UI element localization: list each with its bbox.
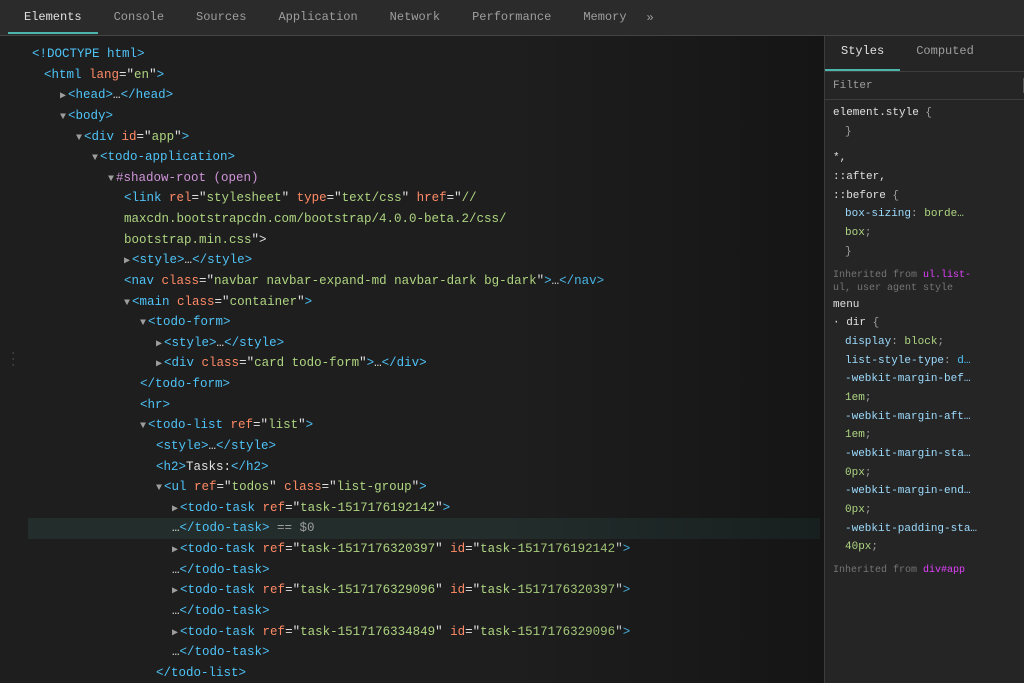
line-h2: <h2>Tasks:</h2> bbox=[28, 457, 820, 478]
tab-performance[interactable]: Performance bbox=[456, 2, 567, 34]
line-link2: maxcdn.bootstrapcdn.com/bootstrap/4.0.0-… bbox=[28, 209, 820, 230]
line-style1: ▶<style>…</style> bbox=[28, 250, 820, 271]
style-star-close: } bbox=[833, 243, 1016, 262]
style-webkit-margin-end: -webkit-margin-end… bbox=[833, 482, 1016, 501]
line-task4-close: …</todo-task> bbox=[28, 642, 820, 663]
line-doctype: <!DOCTYPE html> bbox=[28, 44, 820, 65]
style-block-star: *, ::after, ::before { box-sizing: borde… bbox=[833, 149, 1016, 261]
line-div-app: ▼<div id="app"> bbox=[28, 127, 820, 148]
line-task2: ▶<todo-task ref="task-1517176320397" id=… bbox=[28, 539, 820, 560]
line-body: ▼<body> bbox=[28, 106, 820, 127]
tab-console[interactable]: Console bbox=[98, 2, 180, 34]
line-link1: <link rel="stylesheet" type="text/css" h… bbox=[28, 188, 820, 209]
style-box-sizing: box-sizing: borde… bbox=[833, 205, 1016, 224]
tab-application[interactable]: Application bbox=[262, 2, 373, 34]
line-task1: ▶<todo-task ref="task-1517176192142"> bbox=[28, 498, 820, 519]
style-1em-2: 1em; bbox=[833, 426, 1016, 445]
style-webkit-margin-sta: -webkit-margin-sta… bbox=[833, 445, 1016, 464]
style-selector-star: *, ::after, ::before { bbox=[833, 149, 1016, 205]
style-box-value: box; bbox=[833, 224, 1016, 243]
devtools-container: Elements Console Sources Application Net… bbox=[0, 0, 1024, 683]
style-block-element: element.style { } bbox=[833, 104, 1016, 141]
style-block-inherited-ul: Inherited from ul.list- ul, user agent s… bbox=[833, 270, 1016, 558]
style-selector-dir: · dir { bbox=[833, 314, 1016, 333]
line-main: ▼<main class="container"> bbox=[28, 292, 820, 313]
tab-styles[interactable]: Styles bbox=[825, 36, 900, 71]
line-shadow-root: ▼#shadow-root (open) bbox=[28, 168, 820, 189]
line-ul: ▼<ul ref="todos" class="list-group"> bbox=[28, 477, 820, 498]
user-agent-label: ul, user agent style bbox=[833, 283, 1016, 294]
tab-computed[interactable]: Computed bbox=[900, 36, 990, 71]
line-todo-form: ▼<todo-form> bbox=[28, 312, 820, 333]
tab-bar: Elements Console Sources Application Net… bbox=[0, 0, 1024, 36]
line-html: <html lang="en"> bbox=[28, 65, 820, 86]
left-gutter: ··· bbox=[0, 36, 24, 683]
styles-panel: Styles Computed Filter :hov .cls element… bbox=[824, 36, 1024, 683]
tab-elements[interactable]: Elements bbox=[8, 2, 98, 34]
style-40px: 40px; bbox=[833, 538, 1016, 557]
line-task2-close: …</todo-task> bbox=[28, 560, 820, 581]
line-task4: ▶<todo-task ref="task-1517176334849" id=… bbox=[28, 622, 820, 643]
style-selector-menu: menu bbox=[833, 296, 1016, 315]
tab-network[interactable]: Network bbox=[374, 2, 456, 34]
style-0px-2: 0px; bbox=[833, 501, 1016, 520]
line-head: ▶<head>…</head> bbox=[28, 85, 820, 106]
line-hr: <hr> bbox=[28, 395, 820, 416]
line-nav: <nav class="navbar navbar-expand-md navb… bbox=[28, 271, 820, 292]
line-task1-close: …</todo-task> == $0 bbox=[28, 518, 820, 539]
line-div-card: ▶<div class="card todo-form">…</div> bbox=[28, 353, 820, 374]
style-display: display: block; bbox=[833, 333, 1016, 352]
filter-label: Filter bbox=[833, 80, 873, 92]
styles-tabs: Styles Computed bbox=[825, 36, 1024, 72]
style-selector-element: element.style { bbox=[833, 104, 1016, 123]
tab-sources[interactable]: Sources bbox=[180, 2, 262, 34]
style-1em-1: 1em; bbox=[833, 389, 1016, 408]
line-task3-close: …</todo-task> bbox=[28, 601, 820, 622]
style-webkit-margin-bef: -webkit-margin-bef… bbox=[833, 370, 1016, 389]
inherited-label-div-app: Inherited from div#app bbox=[833, 565, 1016, 576]
line-todo-app: ▼<todo-application> bbox=[28, 147, 820, 168]
line-task3: ▶<todo-task ref="task-1517176329096" id=… bbox=[28, 580, 820, 601]
filter-bar: Filter :hov .cls bbox=[825, 72, 1024, 100]
side-dots: ··· bbox=[7, 350, 18, 368]
filter-input[interactable] bbox=[877, 80, 1019, 92]
tab-memory[interactable]: Memory bbox=[567, 2, 642, 34]
styles-content: element.style { } *, ::after, ::before {… bbox=[825, 100, 1024, 683]
html-panel[interactable]: <!DOCTYPE html> <html lang="en"> ▶<head>… bbox=[24, 36, 824, 683]
style-list-style-type: list-style-type: d… bbox=[833, 352, 1016, 371]
style-0px-1: 0px; bbox=[833, 464, 1016, 483]
line-style2: ▶<style>…</style> bbox=[28, 333, 820, 354]
style-brace-close: } bbox=[833, 123, 1016, 142]
style-webkit-padding-sta: -webkit-padding-sta… bbox=[833, 520, 1016, 539]
inherited-label-ul: Inherited from ul.list- bbox=[833, 270, 1016, 281]
line-todo-list: ▼<todo-list ref="list"> bbox=[28, 415, 820, 436]
line-link3: bootstrap.min.css"> bbox=[28, 230, 820, 251]
tab-more[interactable]: » bbox=[643, 3, 658, 33]
line-todo-list-close: </todo-list> bbox=[28, 663, 820, 683]
main-content: ··· <!DOCTYPE html> <html lang="en"> ▶<h… bbox=[0, 36, 1024, 683]
line-style3: <style>…</style> bbox=[28, 436, 820, 457]
style-webkit-margin-aft: -webkit-margin-aft… bbox=[833, 408, 1016, 427]
line-todo-form-close: </todo-form> bbox=[28, 374, 820, 395]
